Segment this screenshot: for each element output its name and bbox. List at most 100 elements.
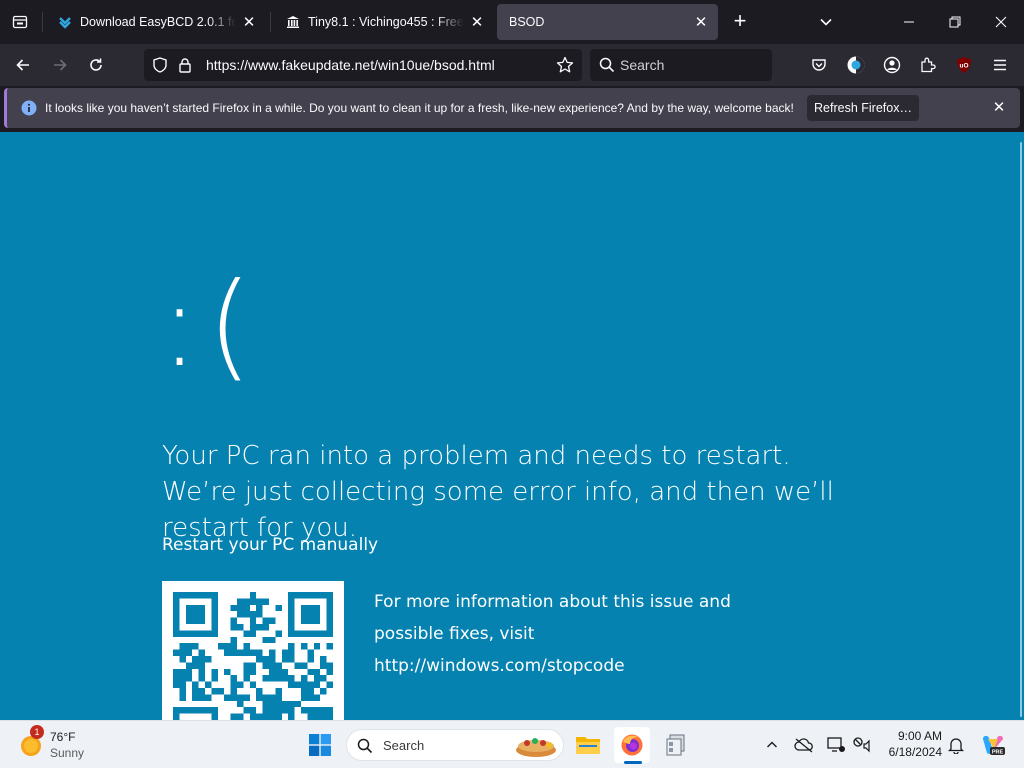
qr-module <box>198 617 205 624</box>
qr-module <box>281 700 289 708</box>
extensions-button[interactable] <box>913 50 943 80</box>
reload-button[interactable] <box>81 50 111 80</box>
tab-easybcd[interactable]: Download EasyBCD 2.0.1 for Windows ✕ <box>46 4 266 40</box>
qr-module <box>205 630 212 637</box>
qr-module <box>173 675 180 682</box>
qr-module <box>326 662 333 669</box>
qr-module <box>288 643 295 650</box>
qr-module <box>192 694 199 701</box>
copilot-button[interactable]: PRE <box>978 733 1008 757</box>
qr-module <box>262 700 269 708</box>
dark-mode-icon <box>847 56 865 74</box>
close-tab-icon[interactable]: ✕ <box>468 13 486 31</box>
qr-module <box>173 611 180 618</box>
qr-module <box>211 598 218 605</box>
qr-module <box>243 668 250 676</box>
tab-strip: Download EasyBCD 2.0.1 for Windows ✕ Tin… <box>0 0 1024 44</box>
qr-module <box>269 656 276 663</box>
forward-button[interactable] <box>45 50 75 80</box>
qr-module <box>307 707 314 714</box>
show-hidden-icons-button[interactable] <box>760 733 784 757</box>
notifications-button[interactable] <box>944 733 968 757</box>
svg-text:uO: uO <box>959 63 968 70</box>
vmware-taskbar-button[interactable] <box>658 727 694 763</box>
pocket-button[interactable] <box>804 50 834 80</box>
qr-module <box>185 604 193 612</box>
virtual-machine-icon <box>666 734 685 756</box>
qr-module <box>294 592 301 599</box>
app-menu-button[interactable] <box>985 50 1015 80</box>
qr-module <box>249 617 257 624</box>
qr-module <box>243 598 250 605</box>
qr-module <box>185 611 193 618</box>
network-volume-tray-icon[interactable] <box>850 733 874 757</box>
qr-module <box>269 636 276 644</box>
windows-taskbar: 1 76°F Sunny Search 9:00 AM 6/18/2024 PR… <box>0 720 1024 768</box>
onedrive-tray-icon[interactable] <box>792 733 816 757</box>
bookmark-star-icon[interactable] <box>556 56 574 79</box>
qr-module <box>198 649 205 656</box>
qr-module <box>269 662 276 669</box>
qr-module <box>269 694 276 701</box>
qr-module <box>185 662 193 669</box>
qr-module <box>198 688 205 695</box>
ublock-origin-button[interactable]: uO <box>949 50 979 80</box>
qr-module <box>320 675 327 682</box>
qr-module <box>198 611 205 618</box>
copilot-pre-icon: PRE <box>983 735 1005 755</box>
qr-module <box>185 643 193 650</box>
list-all-tabs-button[interactable] <box>812 8 840 36</box>
search-icon <box>599 57 615 78</box>
qr-module <box>256 656 263 663</box>
tracking-protection-shield-icon[interactable] <box>152 57 168 78</box>
lock-icon[interactable] <box>178 57 192 78</box>
new-tab-button[interactable]: + <box>726 8 754 36</box>
account-button[interactable] <box>877 50 907 80</box>
page-scrollbar[interactable] <box>1020 142 1022 717</box>
qr-module <box>230 604 237 612</box>
close-tab-icon[interactable]: ✕ <box>692 13 710 31</box>
qr-module <box>211 707 218 714</box>
tab-tiny81[interactable]: Tiny8.1 : Vichingo455 : Free Download ✕ <box>274 4 494 40</box>
qr-module <box>294 630 301 637</box>
extension-half-moon-button[interactable] <box>841 50 871 80</box>
close-notification-icon[interactable]: ✕ <box>989 98 1009 118</box>
refresh-firefox-button[interactable]: Refresh Firefox… <box>807 95 919 121</box>
qr-module <box>224 694 231 701</box>
search-bar[interactable] <box>590 49 772 81</box>
weather-widget[interactable]: 1 76°F Sunny <box>18 725 108 763</box>
qr-module <box>211 675 218 682</box>
qr-module <box>224 643 231 650</box>
chevron-up-icon <box>767 741 777 748</box>
file-explorer-button[interactable] <box>570 727 606 763</box>
url-text[interactable]: https://www.fakeupdate.net/win10ue/bsod.… <box>206 57 495 73</box>
running-app-indicator <box>624 761 642 764</box>
qr-module <box>256 694 263 701</box>
taskbar-search-box[interactable]: Search <box>346 729 564 761</box>
qr-module <box>249 630 257 637</box>
firefox-icon <box>621 734 643 756</box>
qr-module <box>320 656 327 663</box>
close-window-button[interactable] <box>978 0 1024 44</box>
firefox-taskbar-button[interactable] <box>614 727 650 763</box>
qr-module <box>249 598 257 605</box>
qr-module <box>198 656 205 663</box>
system-clock[interactable]: 9:00 AM 6/18/2024 <box>880 728 942 760</box>
qr-module <box>313 643 321 650</box>
start-button[interactable] <box>302 727 338 763</box>
search-input[interactable] <box>620 55 760 75</box>
minimize-button[interactable] <box>886 0 932 44</box>
taskbar-search-label: Search <box>383 738 425 753</box>
qr-module <box>173 707 180 714</box>
firefox-view-icon <box>12 15 28 29</box>
close-tab-icon[interactable]: ✕ <box>240 13 258 31</box>
tab-bsod[interactable]: BSOD ✕ <box>497 4 718 40</box>
back-button[interactable] <box>8 50 38 80</box>
display-tray-icon[interactable] <box>824 733 848 757</box>
qr-module <box>326 643 333 650</box>
folder-icon <box>576 737 600 754</box>
restore-button[interactable] <box>932 0 978 44</box>
url-bar[interactable]: https://www.fakeupdate.net/win10ue/bsod.… <box>144 49 582 81</box>
firefox-view-button[interactable] <box>6 8 34 36</box>
qr-module <box>256 604 263 612</box>
